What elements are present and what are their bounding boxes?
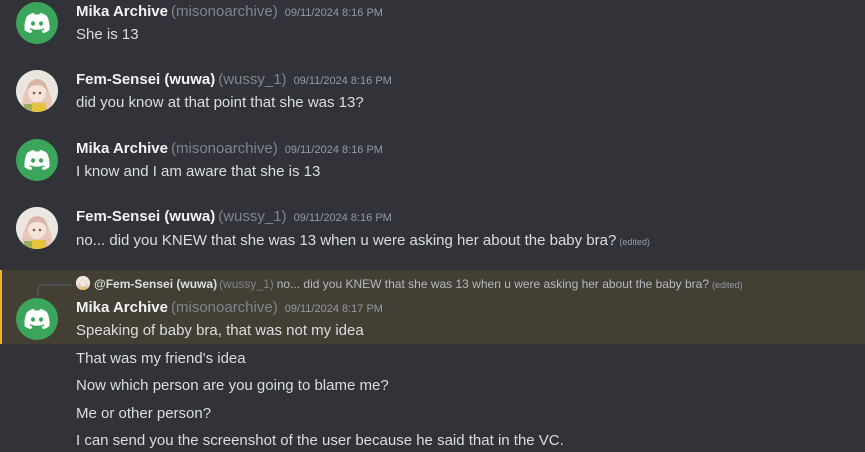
author-name[interactable]: Fem-Sensei (wuwa) [76, 71, 215, 88]
author-handle: (wussy_1) [218, 208, 287, 225]
mention-highlight-bar [0, 270, 2, 344]
message-header: Fem-Sensei (wuwa) (wussy_1) 09/11/2024 8:1… [76, 71, 392, 89]
message-header: Mika Archive (misonoarchive) 09/11/2024 8:… [76, 299, 383, 317]
message-text: Speaking of baby bra, that was not my id… [76, 322, 364, 339]
message-text: did you know at that point that she was … [76, 94, 364, 111]
author-name[interactable]: Mika Archive [76, 299, 168, 316]
reply-text: no... did you KNEW that she was 13 when … [276, 277, 710, 291]
timestamp: 09/11/2024 8:17 PM [284, 303, 383, 315]
message-header: Fem-Sensei (wuwa) (wussy_1) 09/11/2024 8:1… [76, 208, 392, 226]
reply-spine [37, 284, 71, 296]
timestamp: 09/11/2024 8:16 PM [284, 7, 383, 19]
message-text: She is 13 [76, 26, 139, 43]
reply-handle: (wussy_1) [219, 277, 274, 291]
message-text: no... did you KNEW that she was 13 when … [76, 232, 650, 249]
message-text: That was my friend's idea [76, 350, 246, 367]
author-handle: (misonoarchive) [171, 140, 278, 157]
message-text: Me or other person? [76, 405, 212, 422]
reply-avatar [76, 276, 90, 290]
edited-label: (edited) [619, 237, 650, 247]
message-header: Mika Archive (misonoarchive) 09/11/2024 8:… [76, 140, 383, 158]
message-text: I can send you the screenshot of the use… [76, 432, 564, 449]
message-text-content: no... did you KNEW that she was 13 when … [76, 232, 617, 249]
reply-author[interactable]: @Fem-Sensei (wuwa) [94, 277, 217, 291]
message-text: I know and I am aware that she is 13 [76, 163, 321, 180]
author-name[interactable]: Fem-Sensei (wuwa) [76, 208, 215, 225]
discord-logo-icon[interactable] [16, 298, 58, 340]
anime-girl-avatar[interactable] [16, 70, 58, 112]
message-text: Now which person are you going to blame … [76, 377, 389, 394]
discord-logo-icon[interactable] [16, 2, 58, 44]
timestamp: 09/11/2024 8:16 PM [284, 144, 383, 156]
reply-preview[interactable]: @Fem-Sensei (wuwa) (wussy_1) no... did you… [76, 276, 743, 291]
discord-logo-icon[interactable] [16, 139, 58, 181]
reply-edited-label: (edited) [712, 280, 743, 290]
author-name[interactable]: Mika Archive [76, 3, 168, 20]
timestamp: 09/11/2024 8:16 PM [293, 212, 392, 224]
author-handle: (misonoarchive) [171, 3, 278, 20]
timestamp: 09/11/2024 8:16 PM [293, 75, 392, 87]
message-header: Mika Archive (misonoarchive) 09/11/2024 8:… [76, 3, 383, 21]
author-handle: (wussy_1) [218, 71, 287, 88]
author-name[interactable]: Mika Archive [76, 140, 168, 157]
anime-girl-avatar[interactable] [16, 207, 58, 249]
author-handle: (misonoarchive) [171, 299, 278, 316]
